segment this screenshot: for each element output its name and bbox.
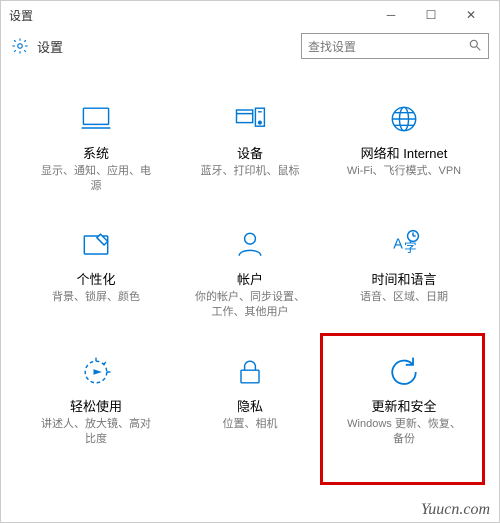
settings-window: 设置 ─ ☐ ✕ 设置 查找设置 系统 显示、通知、应用、电源 xyxy=(0,0,500,523)
tile-devices[interactable]: 设备 蓝牙、打印机、鼠标 xyxy=(173,93,327,219)
tile-desc: 显示、通知、应用、电源 xyxy=(36,164,156,194)
tile-desc: 背景、锁屏、颜色 xyxy=(52,290,140,305)
minimize-button[interactable]: ─ xyxy=(371,1,411,29)
tile-title: 帐户 xyxy=(237,269,263,288)
tile-system[interactable]: 系统 显示、通知、应用、电源 xyxy=(19,93,173,219)
personalization-icon xyxy=(78,227,114,263)
svg-text:字: 字 xyxy=(404,242,417,256)
gear-icon xyxy=(11,37,29,55)
tile-title: 个性化 xyxy=(76,269,115,288)
tile-title: 时间和语言 xyxy=(371,269,436,288)
titlebar: 设置 ─ ☐ ✕ xyxy=(1,1,499,29)
tile-desc: Windows 更新、恢复、备份 xyxy=(344,417,464,447)
tile-network[interactable]: 网络和 Internet Wi-Fi、飞行模式、VPN xyxy=(327,93,481,219)
tile-desc: 蓝牙、打印机、鼠标 xyxy=(201,164,300,179)
maximize-button[interactable]: ☐ xyxy=(411,1,451,29)
tile-desc: 你的帐户、同步设置、工作、其他用户 xyxy=(190,290,310,320)
system-icon xyxy=(78,101,114,137)
tile-update-security[interactable]: 更新和安全 Windows 更新、恢复、备份 xyxy=(327,346,481,472)
search-placeholder: 查找设置 xyxy=(308,38,468,55)
close-button[interactable]: ✕ xyxy=(451,1,491,29)
tile-title: 设备 xyxy=(237,143,263,162)
tile-title: 网络和 Internet xyxy=(361,143,448,162)
settings-grid: 系统 显示、通知、应用、电源 设备 蓝牙、打印机、鼠标 网络和 Internet… xyxy=(1,63,499,522)
tile-title: 轻松使用 xyxy=(70,396,122,415)
tile-accounts[interactable]: 帐户 你的帐户、同步设置、工作、其他用户 xyxy=(173,219,327,345)
tile-personalization[interactable]: 个性化 背景、锁屏、颜色 xyxy=(19,219,173,345)
tile-desc: 讲述人、放大镜、高对比度 xyxy=(36,417,156,447)
network-icon xyxy=(386,101,422,137)
header: 设置 查找设置 xyxy=(1,29,499,63)
ease-of-access-icon xyxy=(78,354,114,390)
watermark: Yuucn.com xyxy=(421,501,490,519)
privacy-icon xyxy=(232,354,268,390)
tile-desc: 语音、区域、日期 xyxy=(360,290,448,305)
page-title: 设置 xyxy=(37,37,301,56)
devices-icon xyxy=(232,101,268,137)
tile-privacy[interactable]: 隐私 位置、相机 xyxy=(173,346,327,472)
tile-title: 系统 xyxy=(83,143,109,162)
window-controls: ─ ☐ ✕ xyxy=(371,1,491,29)
tile-desc: 位置、相机 xyxy=(223,417,278,432)
search-icon xyxy=(468,38,482,55)
accounts-icon xyxy=(232,227,268,263)
tile-time-language[interactable]: A字 时间和语言 语音、区域、日期 xyxy=(327,219,481,345)
tile-title: 更新和安全 xyxy=(371,396,436,415)
window-title: 设置 xyxy=(9,7,371,24)
update-security-icon xyxy=(386,354,422,390)
time-language-icon: A字 xyxy=(386,227,422,263)
tile-desc: Wi-Fi、飞行模式、VPN xyxy=(347,164,461,179)
tile-title: 隐私 xyxy=(237,396,263,415)
tile-ease-of-access[interactable]: 轻松使用 讲述人、放大镜、高对比度 xyxy=(19,346,173,472)
search-input[interactable]: 查找设置 xyxy=(301,33,489,59)
svg-text:A: A xyxy=(393,237,403,253)
